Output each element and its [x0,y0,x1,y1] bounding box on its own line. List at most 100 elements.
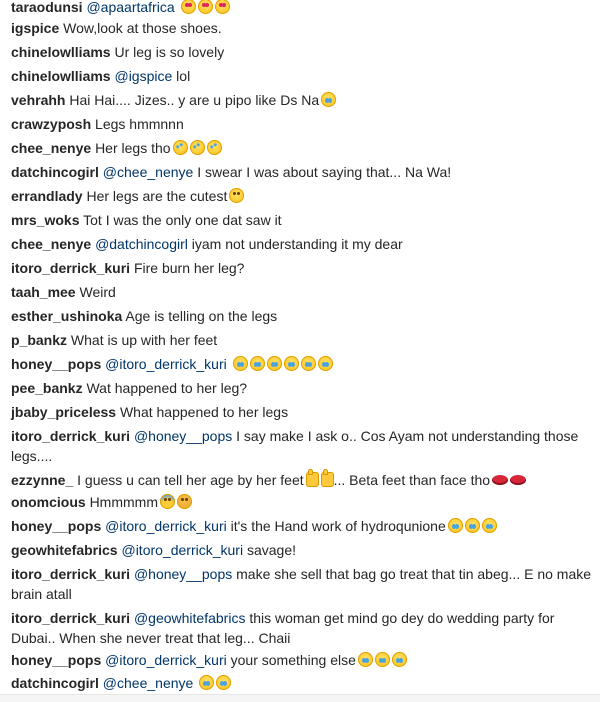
comment-text-continued: ... Beta feet than face tho [333,472,491,488]
comment-username[interactable]: datchincogirl [11,675,99,691]
comment-item: geowhitefabrics @itoro_derrick_kuri sava… [11,540,593,560]
comment-username[interactable]: itoro_derrick_kuri [11,260,130,276]
tears-emoji-icon [266,356,282,371]
comment-text: Weird [79,284,116,300]
comment-text: iyam not understanding it my dear [191,236,403,252]
comment-text: I guess u can tell her age by her feet [77,472,304,488]
comment-username[interactable]: crawzyposh [11,116,91,132]
comment-item: honey__pops @itoro_derrick_kuri your som… [11,650,593,670]
comment-username[interactable]: honey__pops [11,518,101,534]
comment-username[interactable]: honey__pops [11,356,101,372]
comment-username[interactable]: geowhitefabrics [11,542,118,558]
comment-text: Ur leg is so lovely [114,44,225,60]
comment-text: your something else [230,652,356,668]
tears-emoji-icon [357,652,373,667]
comment-text: savage! [246,542,297,558]
rofl-emoji-icon [203,137,225,158]
tears-emoji-icon [447,518,463,533]
comment-text: Hai Hai.... Jizes.. y are u pipo like Ds… [69,92,320,108]
thumb-emoji-icon [320,469,334,487]
angry-emoji-icon [176,494,192,509]
tears-emoji-icon [391,652,407,667]
comment-username[interactable]: taah_mee [11,284,76,300]
comment-item: esther_ushinoka Age is telling on the le… [11,306,593,326]
comment-text: I swear I was about saying that... Na Wa… [197,164,452,180]
comment-text: What is up with her feet [70,332,218,348]
comment-text: Her legs tho [95,140,171,156]
comment-item: taraodunsi @apaartafrica [11,0,593,17]
comment-username[interactable]: chee_nenye [11,140,91,156]
comment-item: datchincogirl @chee_nenye I swear I was … [11,162,593,182]
tears-emoji-icon [232,356,248,371]
comment-mention[interactable]: @chee_nenye [103,164,194,180]
comment-item: itoro_derrick_kuri @honey__pops I say ma… [11,426,593,466]
comment-item: pee_bankz Wat happened to her leg? [11,378,593,398]
comment-mention[interactable]: @itoro_derrick_kuri [105,518,227,534]
comment-username[interactable]: chinelowlliams [11,44,111,60]
comment-username[interactable]: mrs_woks [11,212,79,228]
comment-username[interactable]: jbaby_priceless [11,404,116,420]
tears-emoji-icon [249,356,265,371]
heart-eyes-emoji-icon [214,0,230,14]
comment-item: itoro_derrick_kuri Fire burn her leg? [11,258,593,278]
comment-text: Age is telling on the legs [125,308,278,324]
comment-item: chee_nenye Her legs tho [11,137,593,158]
comment-mention[interactable]: @itoro_derrick_kuri [121,542,243,558]
comment-mention[interactable]: @igspice [114,68,172,84]
comment-username[interactable]: ezzynne_ [11,472,73,488]
heart-eyes-emoji-icon [197,0,213,14]
tears-emoji-icon [464,518,480,533]
rofl-emoji-icon [169,137,191,158]
thumb-emoji-icon [305,469,319,487]
comment-text: Wat happened to her leg? [86,380,248,396]
comment-mention[interactable]: @geowhitefabrics [134,610,246,626]
comment-username[interactable]: igspice [11,20,59,36]
comment-username[interactable]: errandlady [11,188,83,204]
comment-mention[interactable]: @honey__pops [134,428,232,444]
comment-username[interactable]: onomcious [11,494,86,510]
comment-username[interactable]: taraodunsi [11,0,83,15]
comment-username[interactable]: vehrahh [11,92,65,108]
comment-mention[interactable]: @honey__pops [134,566,232,582]
comment-item: itoro_derrick_kuri @honey__pops make she… [11,564,593,604]
lips-emoji-icon [510,475,527,485]
comment-mention[interactable]: @apaartafrica [86,0,174,15]
comment-mention[interactable]: @chee_nenye [103,675,194,691]
tears-emoji-icon [481,518,497,533]
comment-username[interactable]: itoro_derrick_kuri [11,566,130,582]
comment-item: mrs_woks Tot I was the only one dat saw … [11,210,593,230]
comment-mention[interactable]: @itoro_derrick_kuri [105,356,227,372]
comment-username[interactable]: p_bankz [11,332,67,348]
comment-item: crawzyposh Legs hmmnnn [11,114,593,134]
comment-text: it's the Hand work of hydroqunione [230,518,446,534]
tears-emoji-icon [283,356,299,371]
rofl-emoji-icon [186,137,208,158]
comment-username[interactable]: pee_bankz [11,380,83,396]
comment-text: What happened to her legs [119,404,289,420]
tears-emoji-icon [300,356,316,371]
comment-item: igspice Wow,look at those shoes. [11,18,593,38]
comment-item: honey__pops @itoro_derrick_kuri [11,354,593,374]
comment-item: datchincogirl @chee_nenye [11,673,593,693]
tears-emoji-icon [216,675,232,690]
comment-text: Hmmmmm [89,494,158,510]
comment-mention[interactable]: @datchincogirl [95,236,188,252]
comment-username[interactable]: chinelowlliams [11,68,111,84]
comment-username[interactable]: itoro_derrick_kuri [11,428,130,444]
comment-item: onomcious Hmmmmm [11,492,593,512]
comment-text: Tot I was the only one dat saw it [83,212,282,228]
tears-emoji-icon [374,652,390,667]
comment-item: honey__pops @itoro_derrick_kuri it's the… [11,516,593,536]
tears-emoji-icon [199,675,215,690]
comment-username[interactable]: chee_nenye [11,236,91,252]
comment-mention[interactable]: @itoro_derrick_kuri [105,652,227,668]
comment-username[interactable]: itoro_derrick_kuri [11,610,130,626]
comment-item: ezzynne_ I guess u can tell her age by h… [11,469,593,490]
comment-username[interactable]: honey__pops [11,652,101,668]
comment-username[interactable]: datchincogirl [11,164,99,180]
comment-item: itoro_derrick_kuri @geowhitefabrics this… [11,608,593,648]
comment-item: errandlady Her legs are the cutest [11,186,593,206]
comment-item: jbaby_priceless What happened to her leg… [11,402,593,422]
comment-username[interactable]: esther_ushinoka [11,308,122,324]
comment-text: lol [176,68,191,84]
